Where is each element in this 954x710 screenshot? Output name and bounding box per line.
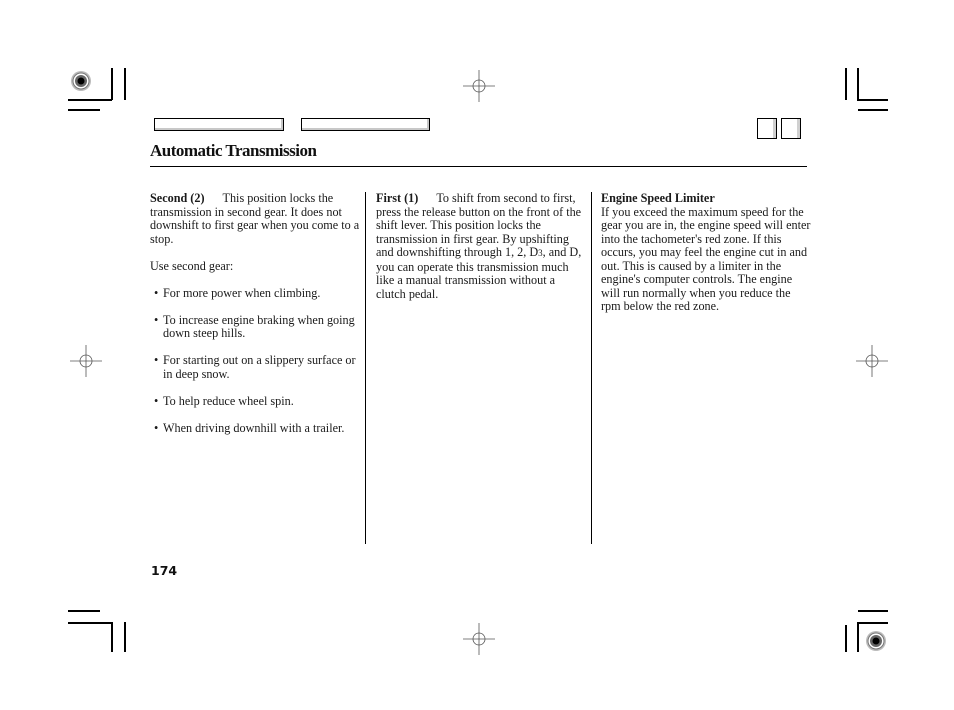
nav-button-index[interactable] (301, 118, 430, 131)
column-divider (365, 192, 366, 544)
first-gear-heading: First (1) (376, 191, 419, 205)
crosshair-circle-icon (463, 70, 495, 102)
nav-button-main-menu[interactable] (154, 118, 284, 131)
list-item: For starting out on a slippery surface o… (150, 353, 362, 381)
list-item: When driving downhill with a trailer. (150, 421, 362, 436)
title-rule (150, 166, 807, 168)
column-second-gear: Second (2) This position locks the transm… (150, 191, 362, 436)
second-gear-uses-list: For more power when climbing. To increas… (150, 286, 362, 436)
crosshair-circle-icon (70, 345, 102, 377)
column-divider (591, 192, 592, 544)
list-item: For more power when climbing. (150, 286, 362, 301)
page-title: Automatic Transmission (150, 141, 317, 160)
list-item: To help reduce wheel spin. (150, 394, 362, 409)
page-number: 174 (151, 563, 178, 578)
crosshair-circle-icon (463, 623, 495, 655)
first-gear-paragraph: First (1) To shift from second to first, … (376, 191, 582, 301)
second-gear-paragraph: Second (2) This position locks the transm… (150, 191, 362, 246)
crosshair-circle-icon (856, 345, 888, 377)
column-first-gear: First (1) To shift from second to first, … (376, 191, 582, 301)
previous-page-button[interactable] (757, 118, 777, 139)
second-gear-heading: Second (2) (150, 191, 205, 205)
list-item: To increase engine braking when going do… (150, 313, 362, 341)
next-page-button[interactable] (781, 118, 801, 139)
second-gear-lead: Use second gear: (150, 258, 234, 273)
print-target-icon (866, 631, 886, 651)
column-engine-speed-limiter: Engine Speed Limiter If you exceed the m… (601, 191, 813, 314)
print-target-icon (71, 71, 91, 91)
engine-speed-limiter-heading: Engine Speed Limiter (601, 191, 715, 205)
engine-speed-limiter-text: If you exceed the maximum speed for the … (601, 204, 811, 313)
